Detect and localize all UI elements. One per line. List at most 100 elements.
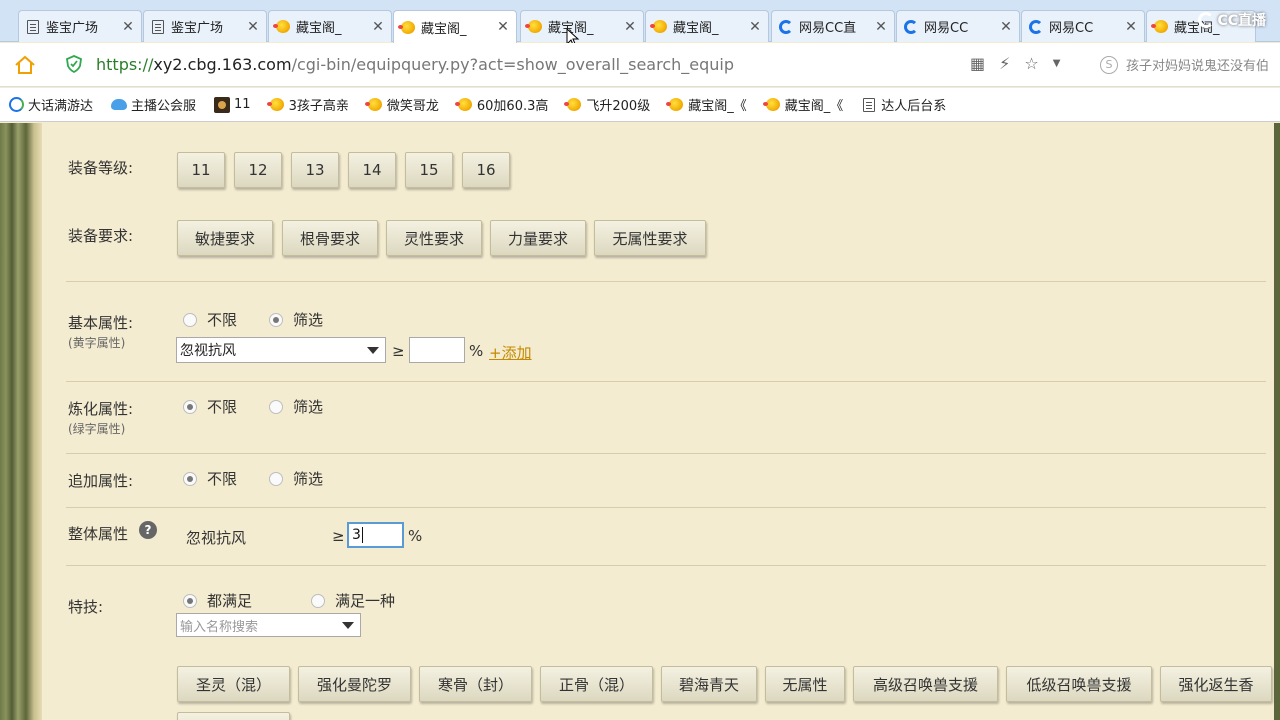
skill-option[interactable]: 低级召唤兽支援 bbox=[1006, 666, 1152, 702]
skills-radio-one[interactable]: 满足一种 bbox=[311, 590, 395, 611]
tab-label: 网易CC直 bbox=[799, 21, 857, 36]
bookmark-item[interactable]: 3孩子高亲 bbox=[266, 95, 349, 114]
equip-level-option[interactable]: 12 bbox=[234, 152, 282, 188]
equip-req-option[interactable]: 力量要求 bbox=[490, 220, 586, 256]
bookmark-item[interactable]: 飞升200级 bbox=[564, 95, 650, 114]
radio-circle bbox=[269, 471, 283, 486]
skills-radio-all[interactable]: 都满足 bbox=[183, 590, 252, 611]
extra-attr-radio-any[interactable]: 不限 bbox=[183, 468, 237, 489]
skill-option[interactable]: 无属性 bbox=[765, 666, 845, 702]
bookmark-label: 微笑哥龙 bbox=[386, 99, 439, 114]
equip-level-option[interactable]: 14 bbox=[348, 152, 396, 188]
cc-logo-icon bbox=[1198, 12, 1215, 28]
equip-level-option[interactable]: 11 bbox=[177, 152, 225, 188]
tab-label: 藏宝阁_ bbox=[548, 21, 594, 36]
overall-attr-value-input[interactable]: 3 bbox=[347, 522, 404, 548]
bookmark-item[interactable]: 11 bbox=[214, 96, 251, 113]
basic-attr-label: 基本属性: bbox=[68, 314, 134, 332]
decorative-left-border bbox=[0, 123, 42, 720]
section-divider bbox=[66, 507, 1266, 508]
skill-option-partial[interactable] bbox=[177, 712, 290, 720]
basic-attr-value-input[interactable] bbox=[409, 337, 465, 363]
browser-tab[interactable]: 鉴宝广场 ✕ bbox=[18, 10, 142, 42]
equip-req-option[interactable]: 敏捷要求 bbox=[177, 220, 273, 256]
treasure-chick-icon bbox=[1151, 19, 1169, 35]
lightning-icon[interactable]: ⚡ bbox=[999, 54, 1010, 73]
refine-attr-radio-filter[interactable]: 筛选 bbox=[269, 396, 323, 417]
basic-attr-select[interactable]: 忽视抗风 bbox=[176, 337, 386, 363]
close-icon[interactable]: ✕ bbox=[623, 19, 637, 35]
skill-option[interactable]: 高级召唤兽支援 bbox=[853, 666, 998, 702]
cloud-icon bbox=[111, 97, 128, 113]
chevron-down-icon bbox=[367, 347, 379, 354]
secure-shield-icon[interactable] bbox=[66, 55, 82, 74]
browser-tab[interactable]: 网易CC ✕ bbox=[896, 10, 1020, 42]
bookmark-item[interactable]: 达人后台系 bbox=[861, 95, 946, 114]
address-bar: https://xy2.cbg.163.com/cgi-bin/equipque… bbox=[0, 43, 1280, 87]
skill-option[interactable]: 强化曼陀罗 bbox=[298, 666, 411, 702]
game-icon bbox=[214, 96, 231, 113]
browser-tab[interactable]: 藏宝阁_ ✕ bbox=[268, 10, 392, 42]
close-icon[interactable]: ✕ bbox=[874, 19, 888, 35]
close-icon[interactable]: ✕ bbox=[371, 19, 385, 35]
bookmark-label: 达人后台系 bbox=[881, 99, 947, 114]
close-icon[interactable]: ✕ bbox=[1124, 19, 1138, 35]
basic-attr-radio-any[interactable]: 不限 bbox=[183, 309, 237, 330]
browser-tab[interactable]: 网易CC直 ✕ bbox=[771, 10, 895, 42]
section-divider bbox=[66, 565, 1266, 566]
bookmark-item[interactable]: 藏宝阁_《 bbox=[666, 95, 747, 114]
bookmark-item[interactable]: 藏宝阁_《 bbox=[762, 95, 843, 114]
browser-tab-active[interactable]: 藏宝阁_ ✕ bbox=[393, 10, 517, 43]
skill-option[interactable]: 碧海青天 bbox=[661, 666, 757, 702]
equip-req-option[interactable]: 根骨要求 bbox=[282, 220, 378, 256]
bookmark-item[interactable]: 大话满游达 bbox=[8, 95, 93, 114]
extra-attr-radio-filter[interactable]: 筛选 bbox=[269, 468, 323, 489]
url-field[interactable]: https://xy2.cbg.163.com/cgi-bin/equipque… bbox=[96, 55, 734, 74]
basic-attr-radio-filter[interactable]: 筛选 bbox=[269, 309, 323, 330]
equip-level-option[interactable]: 13 bbox=[291, 152, 339, 188]
overall-attr-name: 忽视抗风 bbox=[186, 529, 247, 547]
skill-option[interactable]: 正骨（混） bbox=[540, 666, 653, 702]
skill-search-select[interactable]: 输入名称搜索 bbox=[176, 613, 361, 637]
refine-attr-radio-any[interactable]: 不限 bbox=[183, 396, 237, 417]
treasure-chick-icon bbox=[525, 19, 543, 35]
dropdown-arrow-icon[interactable]: ▼ bbox=[1053, 58, 1061, 69]
close-icon[interactable]: ✕ bbox=[121, 19, 135, 35]
help-icon[interactable]: ? bbox=[139, 521, 157, 539]
star-icon[interactable]: ☆ bbox=[1024, 54, 1038, 73]
close-icon[interactable]: ✕ bbox=[246, 19, 260, 35]
bookmark-label: 60加60.3高 bbox=[476, 99, 549, 114]
close-icon[interactable]: ✕ bbox=[748, 19, 762, 35]
refine-attr-label: 炼化属性: bbox=[68, 400, 134, 418]
home-icon[interactable] bbox=[14, 55, 36, 75]
url-host: xy2.cbg.163.com bbox=[153, 55, 292, 74]
equip-level-option[interactable]: 16 bbox=[462, 152, 510, 188]
bookmark-label: 藏宝阁_《 bbox=[688, 99, 747, 114]
radio-circle-checked bbox=[183, 399, 197, 414]
browser-tab[interactable]: 网易CC ✕ bbox=[1021, 10, 1145, 42]
bookmark-item[interactable]: 微笑哥龙 bbox=[364, 95, 439, 114]
skill-option[interactable]: 圣灵（混） bbox=[177, 666, 290, 702]
bookmark-item[interactable]: 主播公会服 bbox=[111, 95, 196, 114]
treasure-chick-icon bbox=[564, 97, 582, 113]
skill-option[interactable]: 寒骨（封） bbox=[419, 666, 532, 702]
browser-tab[interactable]: 鉴宝广场 ✕ bbox=[143, 10, 267, 42]
bookmark-item[interactable]: 60加60.3高 bbox=[454, 95, 549, 114]
skill-option[interactable]: 强化返生香 bbox=[1160, 666, 1272, 702]
treasure-chick-icon bbox=[266, 97, 285, 113]
qr-code-icon[interactable]: ▦ bbox=[970, 54, 985, 73]
equip-req-option[interactable]: 灵性要求 bbox=[386, 220, 482, 256]
browser-tab[interactable]: 藏宝阁_ ✕ bbox=[520, 10, 644, 42]
close-icon[interactable]: ✕ bbox=[999, 19, 1013, 35]
radio-circle bbox=[183, 312, 197, 327]
section-divider bbox=[66, 453, 1266, 454]
search-suggestion[interactable]: S 孩子对妈妈说鬼还没有伯 bbox=[1100, 55, 1269, 74]
add-attr-link[interactable]: +添加 bbox=[489, 342, 532, 363]
browser-tab[interactable]: 藏宝阁_ ✕ bbox=[645, 10, 769, 42]
document-icon bbox=[861, 97, 877, 113]
netease-cc-icon bbox=[778, 19, 794, 35]
equip-level-option[interactable]: 15 bbox=[405, 152, 453, 188]
close-icon[interactable]: ✕ bbox=[496, 19, 510, 35]
equip-req-option[interactable]: 无属性要求 bbox=[594, 220, 706, 256]
treasure-chick-icon bbox=[273, 19, 291, 35]
